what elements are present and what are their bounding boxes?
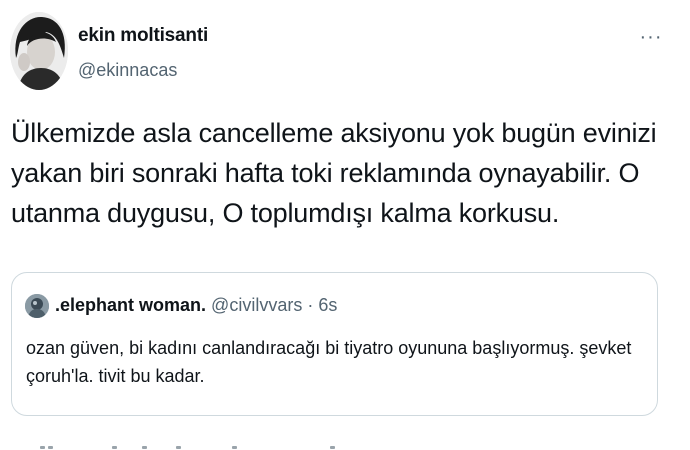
more-horizontal-icon: ··· xyxy=(639,26,663,48)
author-avatar[interactable] xyxy=(10,12,68,90)
quoted-author-handle[interactable]: @civilvvars xyxy=(211,295,302,315)
quoted-author-name[interactable]: .elephant woman. xyxy=(55,295,206,315)
quoted-timestamp[interactable]: 6s xyxy=(318,295,337,315)
author-handle[interactable]: @ekinnacas xyxy=(78,60,177,81)
cropped-footer xyxy=(0,442,690,450)
quoted-separator: · xyxy=(307,295,314,315)
quoted-tweet-header: .elephant woman. @civilvvars · 6s xyxy=(55,295,337,316)
author-avatar-image xyxy=(10,12,68,90)
tweet-header: ekin moltisanti @ekinnacas ··· xyxy=(10,12,680,92)
author-name[interactable]: ekin moltisanti xyxy=(78,25,208,47)
quoted-avatar-image xyxy=(25,294,49,318)
quoted-author-avatar[interactable] xyxy=(25,294,49,318)
quoted-tweet-text: ozan güven, bi kadını canlandıracağı bi … xyxy=(26,338,632,386)
tweet-card: ekin moltisanti @ekinnacas ··· Ülkemizde… xyxy=(0,0,690,450)
tweet-text: Ülkemizde asla cancelleme aksiyonu yok b… xyxy=(11,118,657,228)
more-options-button[interactable]: ··· xyxy=(636,22,666,52)
quoted-tweet[interactable]: .elephant woman. @civilvvars · 6s ozan g… xyxy=(11,272,658,416)
